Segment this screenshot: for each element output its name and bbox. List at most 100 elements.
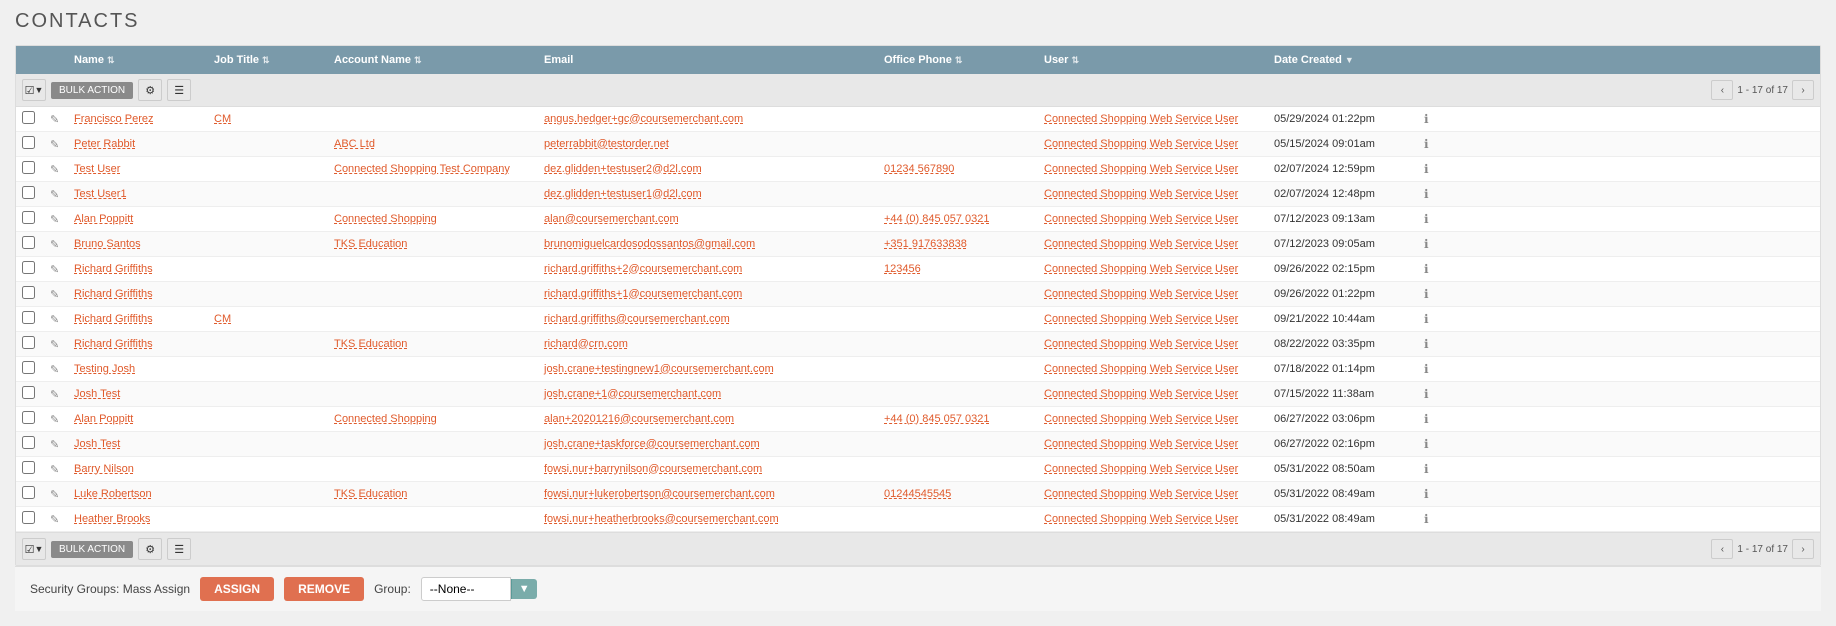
row-checkbox-8[interactable] <box>16 307 44 331</box>
user-link-7[interactable]: Connected Shopping Web Service User <box>1044 288 1238 300</box>
edit-icon-15[interactable]: ✎ <box>50 489 59 501</box>
edit-icon-10[interactable]: ✎ <box>50 364 59 376</box>
sort-user-icon[interactable]: ⇅ <box>1071 55 1079 66</box>
user-link-13[interactable]: Connected Shopping Web Service User <box>1044 438 1238 450</box>
row-edit-13[interactable]: ✎ <box>44 434 68 455</box>
email-link-3[interactable]: dez.glidden+testuser1@d2l.com <box>544 188 702 200</box>
row-info-11[interactable]: ℹ <box>1418 383 1446 405</box>
email-link-16[interactable]: fowsi.nur+heatherbrooks@coursemerchant.c… <box>544 513 779 525</box>
row-edit-11[interactable]: ✎ <box>44 384 68 405</box>
edit-icon-4[interactable]: ✎ <box>50 214 59 226</box>
th-user[interactable]: User ⇅ <box>1038 46 1268 74</box>
name-link-1[interactable]: Peter Rabbit <box>74 138 135 150</box>
name-link-9[interactable]: Richard Griffiths <box>74 338 153 350</box>
user-link-11[interactable]: Connected Shopping Web Service User <box>1044 388 1238 400</box>
account-link-9[interactable]: TKS Education <box>334 338 407 350</box>
select-all-button[interactable]: ☑ ▼ <box>22 79 46 101</box>
row-edit-14[interactable]: ✎ <box>44 459 68 480</box>
info-icon-10[interactable]: ℹ <box>1424 362 1429 376</box>
user-link-12[interactable]: Connected Shopping Web Service User <box>1044 413 1238 425</box>
user-link-5[interactable]: Connected Shopping Web Service User <box>1044 238 1238 250</box>
account-link-2[interactable]: Connected Shopping Test Company <box>334 163 510 175</box>
row-edit-4[interactable]: ✎ <box>44 209 68 230</box>
sort-job-icon[interactable]: ⇅ <box>262 55 270 66</box>
name-link-11[interactable]: Josh Test <box>74 388 120 400</box>
row-info-4[interactable]: ℹ <box>1418 208 1446 230</box>
info-icon-1[interactable]: ℹ <box>1424 137 1429 151</box>
row-edit-12[interactable]: ✎ <box>44 409 68 430</box>
name-link-10[interactable]: Testing Josh <box>74 363 135 375</box>
edit-icon-11[interactable]: ✎ <box>50 389 59 401</box>
row-checkbox-6[interactable] <box>16 257 44 281</box>
info-icon-5[interactable]: ℹ <box>1424 237 1429 251</box>
info-icon-8[interactable]: ℹ <box>1424 312 1429 326</box>
edit-icon-13[interactable]: ✎ <box>50 439 59 451</box>
email-link-5[interactable]: brunomiguelcardosodossantos@gmail.com <box>544 238 755 250</box>
info-icon-4[interactable]: ℹ <box>1424 212 1429 226</box>
row-edit-6[interactable]: ✎ <box>44 259 68 280</box>
info-icon-15[interactable]: ℹ <box>1424 487 1429 501</box>
info-icon-6[interactable]: ℹ <box>1424 262 1429 276</box>
sort-phone-icon[interactable]: ⇅ <box>955 55 963 66</box>
row-checkbox-11[interactable] <box>16 382 44 406</box>
email-link-8[interactable]: richard.griffiths@coursemerchant.com <box>544 313 730 325</box>
row-info-0[interactable]: ℹ <box>1418 108 1446 130</box>
row-checkbox-15[interactable] <box>16 482 44 506</box>
row-edit-0[interactable]: ✎ <box>44 109 68 130</box>
email-link-12[interactable]: alan+20201216@coursemerchant.com <box>544 413 734 425</box>
email-link-13[interactable]: josh.crane+taskforce@coursemerchant.com <box>544 438 760 450</box>
sort-date-icon[interactable]: ▼ <box>1345 55 1354 65</box>
row-info-12[interactable]: ℹ <box>1418 408 1446 430</box>
th-date-created[interactable]: Date Created ▼ <box>1268 46 1418 74</box>
row-checkbox-7[interactable] <box>16 282 44 306</box>
row-edit-3[interactable]: ✎ <box>44 184 68 205</box>
user-link-1[interactable]: Connected Shopping Web Service User <box>1044 138 1238 150</box>
user-link-2[interactable]: Connected Shopping Web Service User <box>1044 163 1238 175</box>
email-link-0[interactable]: angus.hedger+gc@coursemerchant.com <box>544 113 743 125</box>
email-link-1[interactable]: peterrabbit@testorder.net <box>544 138 669 150</box>
row-checkbox-4[interactable] <box>16 207 44 231</box>
row-checkbox-14[interactable] <box>16 457 44 481</box>
prev-page-button[interactable]: ‹ <box>1711 80 1733 100</box>
row-edit-8[interactable]: ✎ <box>44 309 68 330</box>
user-link-0[interactable]: Connected Shopping Web Service User <box>1044 113 1238 125</box>
sort-name-icon[interactable]: ⇅ <box>107 55 115 66</box>
edit-icon-6[interactable]: ✎ <box>50 264 59 276</box>
row-checkbox-1[interactable] <box>16 132 44 156</box>
account-link-12[interactable]: Connected Shopping <box>334 413 437 425</box>
row-edit-5[interactable]: ✎ <box>44 234 68 255</box>
row-info-3[interactable]: ℹ <box>1418 183 1446 205</box>
row-info-6[interactable]: ℹ <box>1418 258 1446 280</box>
row-info-8[interactable]: ℹ <box>1418 308 1446 330</box>
edit-icon-9[interactable]: ✎ <box>50 339 59 351</box>
edit-icon-5[interactable]: ✎ <box>50 239 59 251</box>
row-info-15[interactable]: ℹ <box>1418 483 1446 505</box>
email-link-14[interactable]: fowsi.nur+barrynilson@coursemerchant.com <box>544 463 762 475</box>
filter-button[interactable]: ⚙ <box>138 79 162 101</box>
bulk-action-bottom-button[interactable]: BULK ACTION <box>51 541 133 558</box>
remove-button[interactable]: REMOVE <box>284 577 364 601</box>
user-link-8[interactable]: Connected Shopping Web Service User <box>1044 313 1238 325</box>
phone-link-6[interactable]: 123456 <box>884 263 921 275</box>
row-info-10[interactable]: ℹ <box>1418 358 1446 380</box>
edit-icon-12[interactable]: ✎ <box>50 414 59 426</box>
email-link-2[interactable]: dez.glidden+testuser2@d2l.com <box>544 163 702 175</box>
user-link-15[interactable]: Connected Shopping Web Service User <box>1044 488 1238 500</box>
info-icon-14[interactable]: ℹ <box>1424 462 1429 476</box>
row-info-5[interactable]: ℹ <box>1418 233 1446 255</box>
select-all-bottom-button[interactable]: ☑ ▼ <box>22 538 46 560</box>
row-checkbox-13[interactable] <box>16 432 44 456</box>
email-link-11[interactable]: josh.crane+1@coursemerchant.com <box>544 388 721 400</box>
row-checkbox-16[interactable] <box>16 507 44 531</box>
name-link-6[interactable]: Richard Griffiths <box>74 263 153 275</box>
email-link-6[interactable]: richard.griffiths+2@coursemerchant.com <box>544 263 742 275</box>
th-job-title[interactable]: Job Title ⇅ <box>208 46 328 74</box>
row-info-13[interactable]: ℹ <box>1418 433 1446 455</box>
row-info-2[interactable]: ℹ <box>1418 158 1446 180</box>
filter-bottom-button[interactable]: ⚙ <box>138 538 162 560</box>
user-link-14[interactable]: Connected Shopping Web Service User <box>1044 463 1238 475</box>
info-icon-0[interactable]: ℹ <box>1424 112 1429 126</box>
row-edit-1[interactable]: ✎ <box>44 134 68 155</box>
row-edit-16[interactable]: ✎ <box>44 509 68 530</box>
info-icon-2[interactable]: ℹ <box>1424 162 1429 176</box>
